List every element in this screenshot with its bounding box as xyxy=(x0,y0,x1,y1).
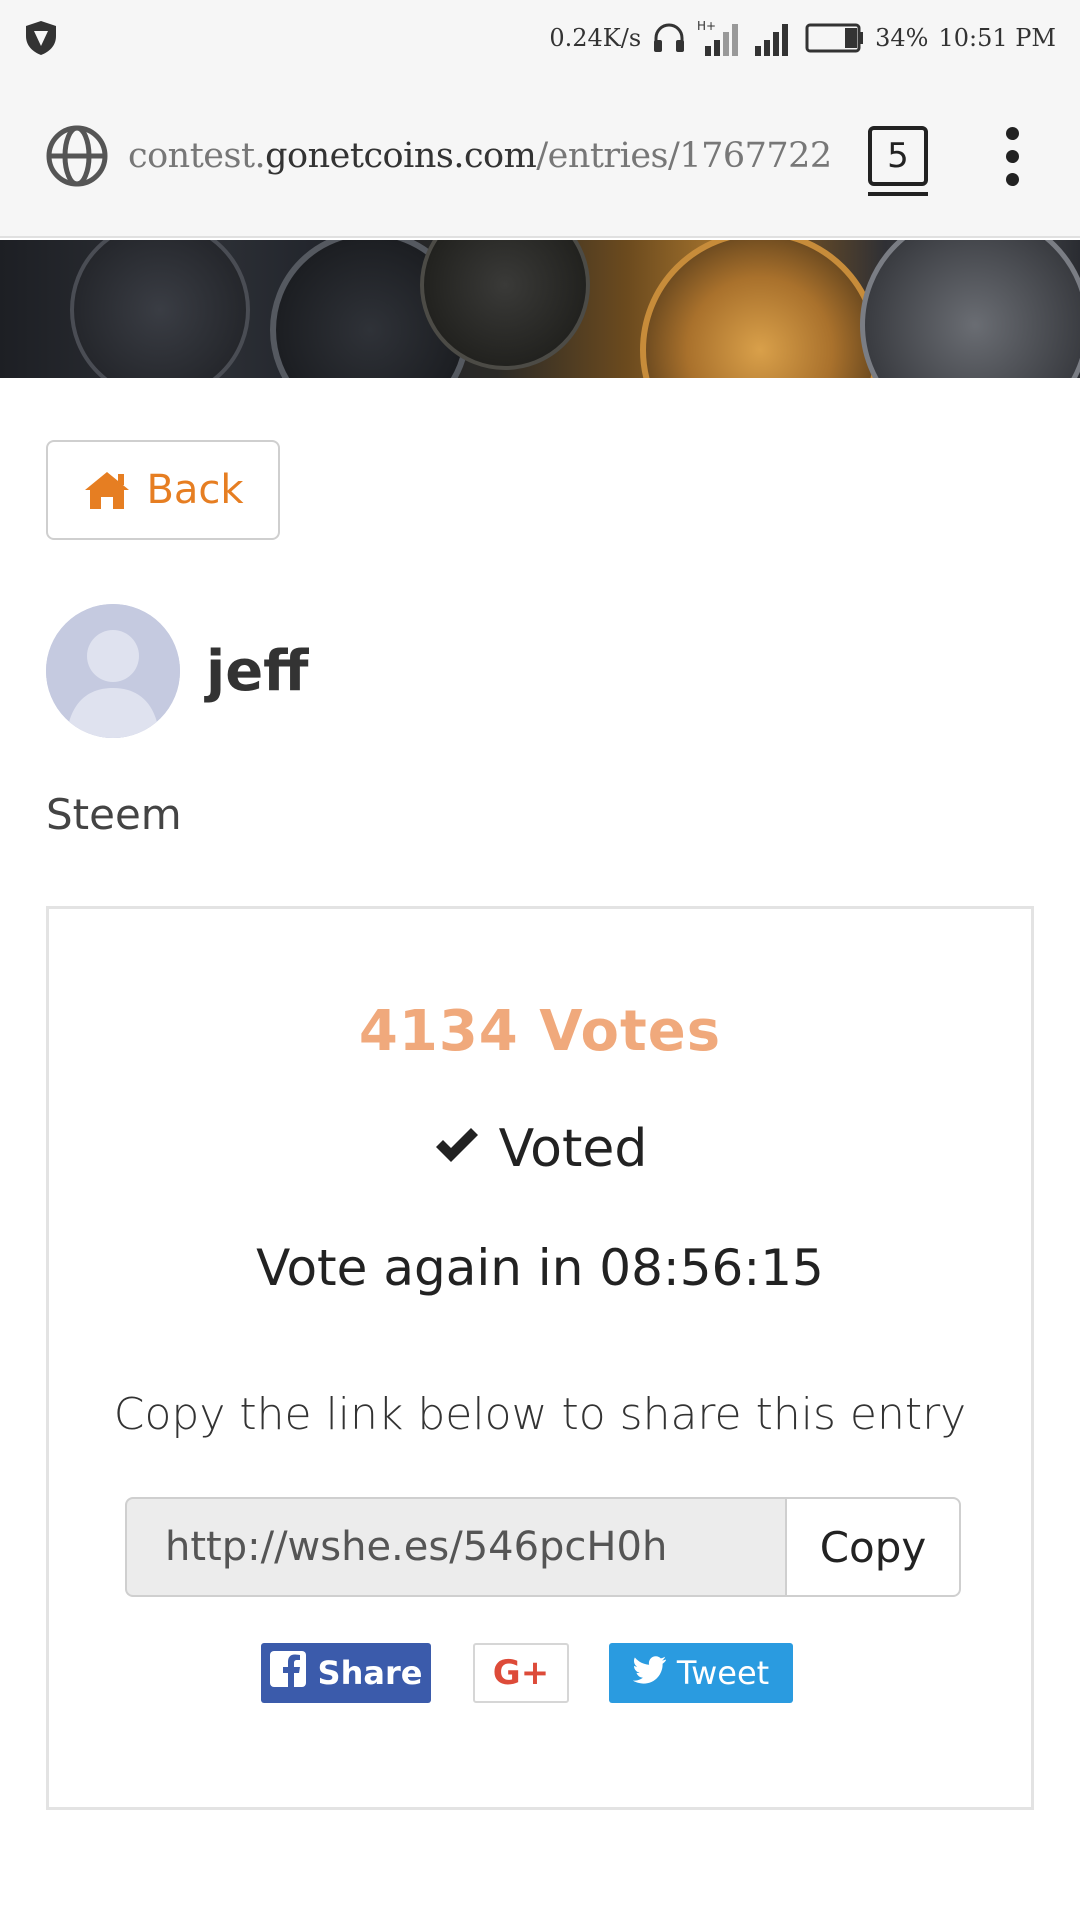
headphones-icon xyxy=(651,20,687,56)
avatar xyxy=(46,604,180,738)
checkmark-icon xyxy=(433,1119,481,1179)
vote-card: 4134 Votes Voted Vote again in 08:56:15 … xyxy=(46,906,1034,1810)
url-path: /entries/176772214 xyxy=(536,136,830,176)
status-bar: 0.24K/s H+ 34% 10:51 PM xyxy=(0,0,1080,76)
vote-count: 4134 Votes xyxy=(358,999,722,1064)
share-link-input[interactable]: http://wshe.es/546pcH0h xyxy=(125,1497,785,1597)
copy-hint: Copy the link below to share this entry xyxy=(113,1389,967,1440)
google-plus-share-button[interactable]: G+ xyxy=(473,1643,569,1703)
signal-1-icon: H+ xyxy=(697,18,741,58)
tweet-label: Tweet xyxy=(676,1654,770,1692)
facebook-icon xyxy=(269,1651,306,1695)
signal-2-icon xyxy=(751,18,795,58)
vpn-shield-icon xyxy=(24,19,58,57)
crypto-banner-image xyxy=(0,240,1080,378)
network-speed: 0.24K/s xyxy=(549,24,642,52)
battery-percent: 34% xyxy=(875,24,929,52)
google-plus-label: G+ xyxy=(492,1653,550,1693)
twitter-bird-icon xyxy=(632,1654,667,1692)
tab-switcher-button[interactable]: 5 xyxy=(868,126,928,196)
clock: 10:51 PM xyxy=(938,24,1056,52)
copy-button[interactable]: Copy xyxy=(785,1497,961,1597)
overflow-menu-icon[interactable] xyxy=(1002,126,1022,186)
url-host: gonetcoins.com xyxy=(265,136,537,176)
back-button[interactable]: Back xyxy=(46,440,280,540)
vote-again-timer: Vote again in 08:56:15 xyxy=(256,1239,824,1297)
address-bar[interactable]: contest.gonetcoins.com/entries/176772214 xyxy=(128,136,830,176)
battery-icon xyxy=(805,21,865,55)
tab-count: 5 xyxy=(887,136,909,176)
voted-status: Voted xyxy=(49,1119,1031,1179)
browser-toolbar: contest.gonetcoins.com/entries/176772214… xyxy=(0,76,1080,238)
entry-subtitle: Steem xyxy=(46,790,182,839)
share-link-group: http://wshe.es/546pcH0h Copy xyxy=(125,1497,961,1597)
facebook-share-button[interactable]: Share xyxy=(261,1643,431,1703)
twitter-share-button[interactable]: Tweet xyxy=(609,1643,793,1703)
url-prefix: contest. xyxy=(128,136,266,176)
globe-icon[interactable] xyxy=(44,123,110,189)
entry-author: jeff xyxy=(46,604,309,738)
facebook-share-label: Share xyxy=(317,1654,423,1692)
home-icon xyxy=(82,469,132,511)
voted-label: Voted xyxy=(498,1119,648,1179)
share-buttons: Share G+ Tweet xyxy=(49,1643,1031,1703)
username: jeff xyxy=(206,638,309,704)
back-label: Back xyxy=(146,467,244,513)
network-type-label: H+ xyxy=(697,19,716,33)
